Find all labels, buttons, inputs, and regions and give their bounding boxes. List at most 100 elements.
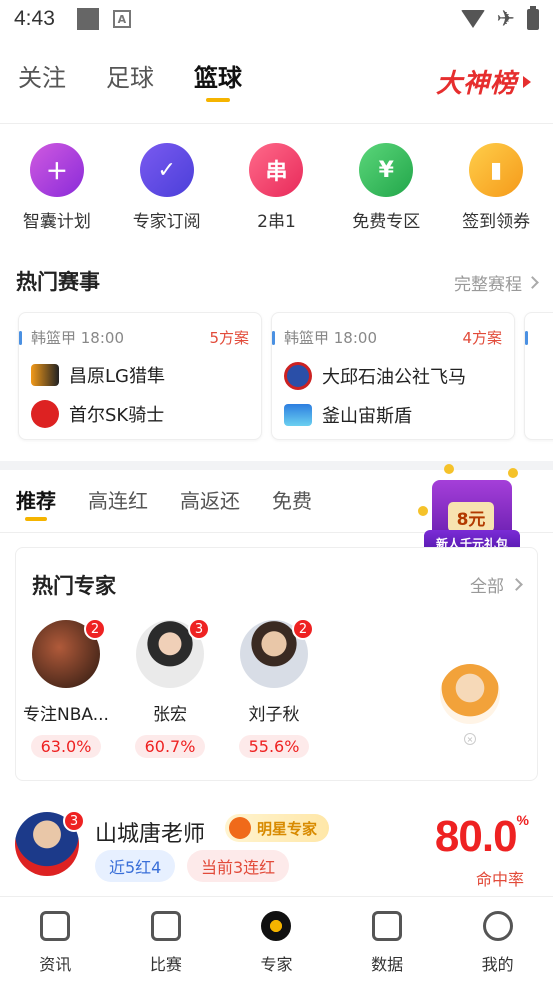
chuan-icon: 串: [249, 143, 304, 197]
tab-win-streak[interactable]: 高连红: [88, 485, 148, 521]
match-card[interactable]: 韩篮甲 18:00 4方案 大邱石油公社飞马 釜山宙斯盾: [271, 312, 515, 440]
quick-entry-plan[interactable]: ＋ 智囊计划: [2, 143, 112, 232]
quick-entry-label: 2串1: [257, 212, 296, 232]
match-league-time: 韩篮甲 18:00: [31, 329, 124, 347]
home-team: 大邱石油公社飞马: [322, 367, 466, 388]
expert-tabs: 推荐 高连红 高返还 免费: [16, 485, 312, 521]
keyboard-icon: A: [112, 10, 131, 28]
tab-recommend[interactable]: 推荐: [16, 485, 56, 521]
divider: [0, 123, 553, 124]
home-team: 昌原LG猎隼: [69, 366, 165, 387]
expert-name: 山城唐老师: [95, 822, 206, 847]
card-accent: [19, 331, 22, 345]
battery-icon: [527, 5, 539, 30]
quick-entry-subscribe[interactable]: ✓ 专家订阅: [112, 143, 222, 232]
nav-label: 我的: [481, 955, 514, 974]
expert-rate: 55.6%: [238, 735, 310, 758]
hit-rate-unit: %: [516, 812, 529, 828]
nav-me[interactable]: 我的: [442, 897, 553, 983]
coin-icon: [508, 468, 518, 478]
hot-matches-title: 热门赛事: [16, 270, 100, 294]
nav-expert[interactable]: 专家: [221, 897, 332, 983]
money-bag-icon: ¥: [359, 143, 414, 197]
quick-entry-parlay[interactable]: 串 2串1: [222, 143, 332, 232]
tab-follow[interactable]: 关注: [18, 58, 66, 102]
gift-amount: 8元: [448, 502, 494, 532]
star-expert-tag-label: 明星专家: [257, 819, 318, 838]
match-icon: [150, 911, 181, 941]
full-schedule-label: 完整赛程: [454, 275, 522, 295]
quick-entry-free[interactable]: ¥ 免费专区: [331, 143, 441, 232]
star-expert-row[interactable]: 3 山城唐老师 明星专家 近5红4 当前3连红 80.0% 命中率: [15, 810, 538, 896]
tab-basketball[interactable]: 篮球: [194, 58, 242, 102]
wifi-icon: [460, 10, 485, 28]
close-icon[interactable]: ×: [464, 733, 476, 745]
streak-chip: 当前3连红: [187, 850, 290, 882]
quick-entry-label: 智囊计划: [22, 212, 91, 232]
status-bar: 4:43 A ✈: [0, 0, 553, 38]
expert-item[interactable]: 2 刘子秋 55.6%: [224, 618, 324, 758]
nav-data[interactable]: 数据: [332, 897, 443, 983]
tab-football[interactable]: 足球: [106, 58, 154, 102]
avatar: 2: [240, 618, 314, 688]
top-tabs: 关注 足球 篮球: [18, 58, 242, 102]
data-icon: [372, 911, 403, 941]
card-accent: [525, 331, 528, 345]
all-experts-link[interactable]: 全部: [470, 572, 523, 597]
quick-entry-checkin[interactable]: ▮ 签到领券: [441, 143, 551, 232]
unread-badge: 2: [292, 618, 314, 640]
team-logo-icon: [31, 400, 59, 428]
tab-free[interactable]: 免费: [272, 485, 312, 521]
expert-rate: 60.7%: [134, 735, 206, 758]
nav-label: 资讯: [39, 955, 72, 974]
expert-icon: [261, 911, 292, 941]
avatar: 3: [136, 618, 210, 688]
hit-rate-value: 80.0: [434, 812, 518, 861]
recent-record-chip: 近5红4: [95, 850, 176, 882]
nav-news[interactable]: 资讯: [0, 897, 111, 983]
expert-item[interactable]: 2 专注NBA... 63.0%: [16, 618, 116, 758]
expert-name: 刘子秋: [248, 705, 300, 725]
hot-experts-title: 热门专家: [32, 574, 116, 598]
team-logo-icon: [284, 404, 312, 426]
coupon-icon: ▮: [469, 143, 524, 197]
bottom-nav: 资讯 比赛 专家 数据 我的: [0, 896, 553, 983]
quick-entries: ＋ 智囊计划 ✓ 专家订阅 串 2串1 ¥ 免费专区 ▮ 签到领券: [0, 143, 553, 232]
tab-high-return[interactable]: 高返还: [180, 485, 240, 521]
notification-icon: [76, 8, 99, 30]
quick-entry-label: 签到领券: [462, 212, 531, 232]
match-card[interactable]: 韩篮甲 18:00 5方案 昌原LG猎隼 首尔SK骑士: [18, 312, 262, 440]
airplane-icon: ✈: [496, 6, 515, 32]
match-card-partial[interactable]: [524, 312, 553, 440]
me-icon: [482, 911, 513, 941]
expert-rate: 63.0%: [30, 735, 102, 758]
medal-icon: [229, 817, 251, 839]
team-logo-icon: [284, 362, 312, 390]
unread-badge: 3: [63, 810, 85, 832]
away-team: 釜山宙斯盾: [322, 406, 412, 427]
calendar-plus-icon: ＋: [29, 143, 84, 197]
hit-rate-label: 命中率: [475, 870, 524, 889]
leaderboard-label: 大神榜: [435, 69, 517, 99]
coin-icon: [444, 464, 454, 474]
expert-name: 专注NBA...: [23, 705, 109, 725]
away-team: 首尔SK骑士: [69, 405, 165, 426]
avatar: 2: [32, 618, 106, 688]
full-schedule-link[interactable]: 完整赛程: [454, 270, 539, 295]
quick-entry-label: 专家订阅: [132, 212, 201, 232]
customer-service-button[interactable]: [440, 664, 500, 724]
match-league-time: 韩篮甲 18:00: [284, 329, 377, 347]
chevron-right-icon: [526, 276, 539, 289]
match-plan-count: 4方案: [462, 329, 502, 347]
unread-badge: 3: [188, 618, 210, 640]
team-logo-icon: [31, 364, 59, 386]
expert-item[interactable]: 3 张宏 60.7%: [120, 618, 220, 758]
all-experts-label: 全部: [470, 577, 504, 597]
nav-label: 专家: [260, 955, 293, 974]
star-expert-tag: 明星专家: [225, 814, 330, 842]
leaderboard-link[interactable]: 大神榜: [436, 63, 531, 100]
hot-experts-card: 热门专家 全部 2 专注NBA... 63.0% 3 张宏 60.7% 2 刘子…: [15, 547, 538, 781]
nav-match[interactable]: 比赛: [111, 897, 222, 983]
card-accent: [272, 331, 275, 345]
user-check-icon: ✓: [139, 143, 194, 197]
